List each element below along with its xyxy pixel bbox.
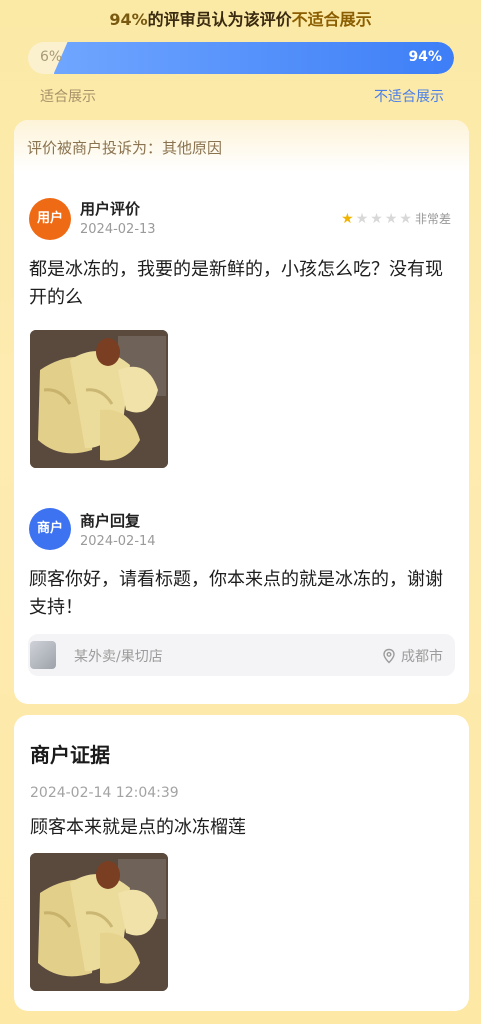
star-icon: ★ <box>399 210 412 227</box>
unsuitable-percent: 94% <box>408 49 442 65</box>
evidence-time: 2024-02-14 12:04:39 <box>30 785 179 801</box>
star-icon: ★ <box>384 210 398 227</box>
unsuitable-label: 不适合展示 <box>374 89 444 105</box>
evidence-text: 顾客本来就是点的冰冻榴莲 <box>30 817 246 838</box>
durian-photo-icon <box>30 330 168 468</box>
merchant-avatar: 商户 <box>29 508 71 550</box>
vote-progress-bar: 6% 94% <box>28 42 454 74</box>
unsuitable-bar-fill <box>53 42 454 74</box>
evidence-photo[interactable] <box>30 853 168 991</box>
user-review-title: 用户评价 <box>80 200 141 218</box>
shop-thumbnail <box>30 641 56 669</box>
complaint-reason: 评价被商户投诉为：其他原因 <box>14 120 469 172</box>
shop-name: 某外卖/果切店 <box>74 649 163 665</box>
evidence-card: 商户证据 2024-02-14 12:04:39 顾客本来就是点的冰冻榴莲 <box>14 715 469 1011</box>
merchant-reply-text: 顾客你好，请看标题，你本来点的就是冰冻的，谢谢支持！ <box>29 569 443 618</box>
merchant-reply-date: 2024-02-14 <box>80 534 156 549</box>
user-review-photo[interactable] <box>30 330 168 468</box>
suitable-percent: 6% <box>40 49 63 65</box>
shop-info-bar[interactable]: 某外卖/果切店 成都市 <box>28 634 455 676</box>
durian-photo-icon <box>30 853 168 991</box>
evidence-title: 商户证据 <box>30 743 110 767</box>
review-card: 评价被商户投诉为：其他原因 用户 用户评价 2024-02-13 ★ ★ ★ ★… <box>14 120 469 704</box>
star-icon: ★ <box>355 210 369 227</box>
suitable-label: 适合展示 <box>40 89 96 105</box>
rating-stars: ★ ★ ★ ★ ★ 非常差 <box>339 210 451 227</box>
vote-title-mid: 的评审员认为该评价 <box>147 10 292 29</box>
vote-verdict: 不适合展示 <box>291 10 372 29</box>
user-avatar: 用户 <box>29 198 71 240</box>
vote-summary-title: 94%的评审员认为该评价不适合展示 <box>0 6 481 30</box>
merchant-reply-title: 商户回复 <box>80 512 141 530</box>
star-icon: ★ <box>341 210 354 227</box>
shop-location: 成都市 <box>381 646 443 666</box>
user-review-text: 都是冰冻的，我要的是新鲜的，小孩怎么吃？没有现开的么 <box>29 259 443 308</box>
vote-percent: 94% <box>109 10 148 29</box>
user-review-date: 2024-02-13 <box>80 222 156 237</box>
shop-city: 成都市 <box>401 649 443 665</box>
location-pin-icon <box>383 648 395 664</box>
star-icon: ★ <box>370 210 383 227</box>
rating-text: 非常差 <box>414 212 451 226</box>
